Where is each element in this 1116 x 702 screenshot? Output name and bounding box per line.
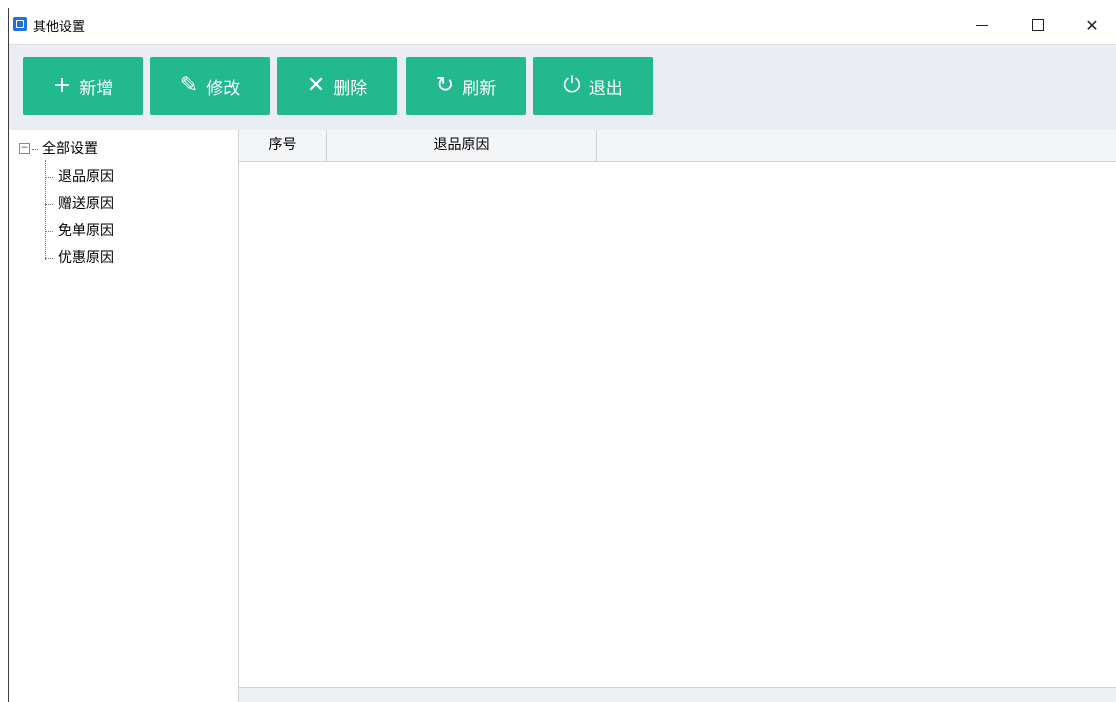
tree-connector [45,203,53,205]
column-header-seq[interactable]: 序号 [239,130,327,161]
minimize-button[interactable] [959,8,1005,42]
app-icon [13,17,27,31]
tree-root-label: 全部设置 [42,141,98,157]
edit-button[interactable]: ✎ 修改 [150,57,270,115]
tree-connector [32,148,38,150]
refresh-icon: ↻ [435,73,455,98]
edit-button-label: 修改 [206,78,241,99]
close-button[interactable]: ✕ [1069,8,1115,42]
maximize-icon [1032,19,1044,31]
tree-item-discount-reason[interactable]: 优惠原因 [45,245,114,271]
minimize-icon [976,24,988,26]
refresh-button-label: 刷新 [462,78,497,99]
grid-header: 序号 退品原因 [239,130,1116,162]
tree-item-label: 免单原因 [58,223,114,239]
close-icon: ✕ [1085,15,1099,35]
add-button[interactable]: + 新增 [23,57,143,115]
column-header-reason[interactable]: 退品原因 [327,130,597,161]
tree-connector [45,230,53,232]
horizontal-scrollbar[interactable] [239,687,1116,702]
tree-item-label: 退品原因 [58,169,114,185]
tree-item-return-reason[interactable]: 退品原因 [45,164,114,190]
pencil-icon: ✎ [179,73,199,98]
delete-button-label: 删除 [333,78,368,99]
tree-root-item[interactable]: − 全部设置 [19,136,98,162]
add-button-label: 新增 [79,78,114,99]
data-grid[interactable]: 序号 退品原因 [239,130,1116,702]
tree-connector [45,257,53,259]
tree-item-free-reason[interactable]: 免单原因 [45,218,114,244]
delete-button[interactable]: ✕ 删除 [277,57,397,115]
tree-item-label: 优惠原因 [58,250,114,266]
exit-button-label: 退出 [588,78,623,99]
exit-button[interactable]: ⏻ 退出 [533,57,653,115]
window-title: 其他设置 [33,20,86,35]
toolbar: + 新增 ✎ 修改 ✕ 删除 ↻ 刷新 ⏻ 退出 [9,44,1116,131]
power-icon: ⏻ [563,73,581,98]
close-x-icon: ✕ [306,73,326,98]
title-bar[interactable]: 其他设置 ✕ [9,8,1116,44]
maximize-button[interactable] [1015,8,1061,42]
tree-item-gift-reason[interactable]: 赠送原因 [45,191,114,217]
tree-connector [45,176,53,178]
refresh-button[interactable]: ↻ 刷新 [406,57,526,115]
plus-icon: + [52,73,72,98]
settings-tree: − 全部设置 退品原因 赠送原因 免单原因 优惠原因 [9,130,239,702]
settings-window: 其他设置 ✕ + 新增 ✎ 修改 ✕ 删除 ↻ 刷新 ⏻ 退出 − 全部设置 退… [8,8,1116,702]
collapse-icon[interactable]: − [19,142,30,154]
tree-item-label: 赠送原因 [58,196,114,212]
